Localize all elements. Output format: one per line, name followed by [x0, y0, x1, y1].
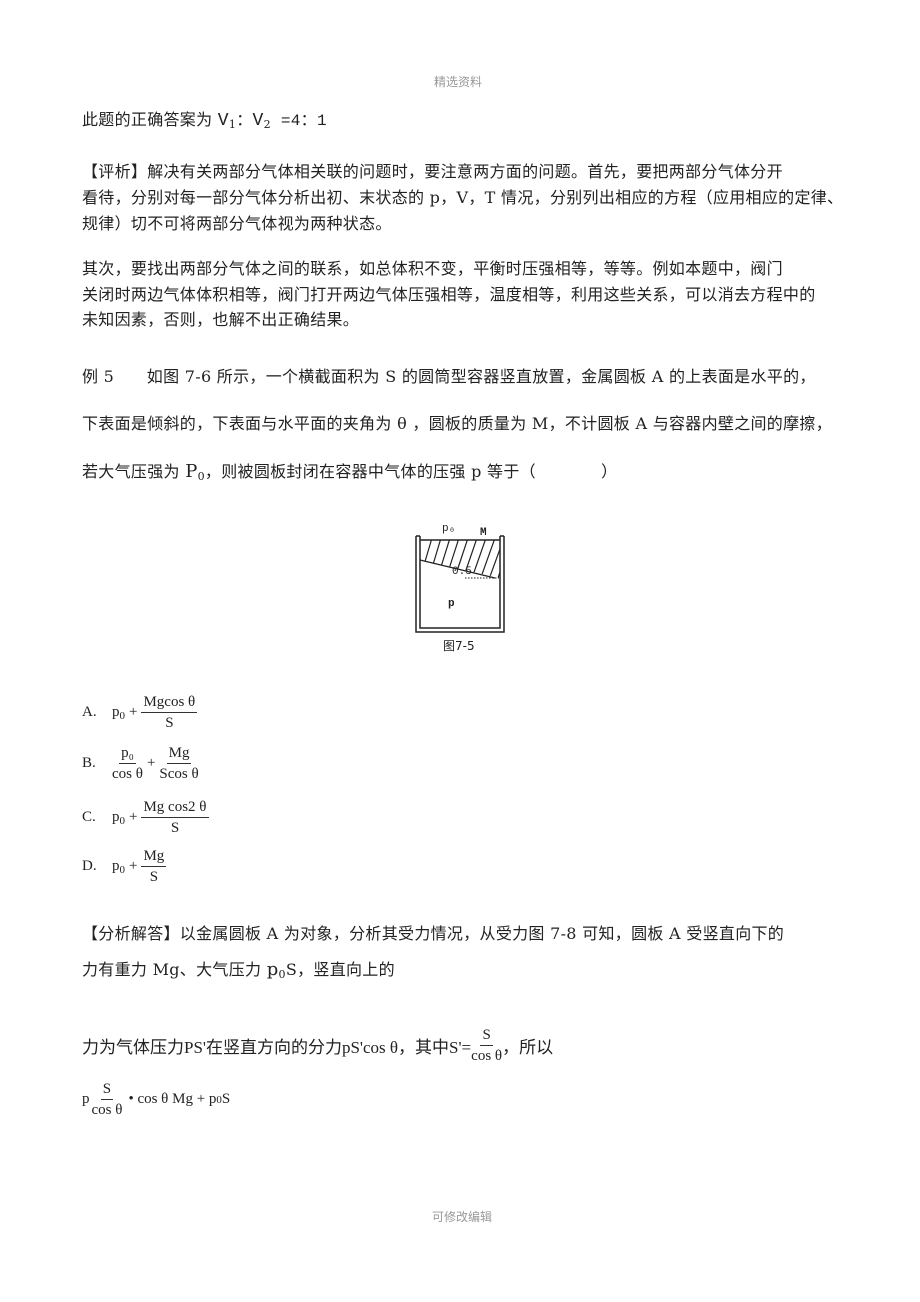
option-d-plus: +: [129, 858, 138, 874]
option-d-label: D.: [82, 858, 97, 874]
derivation-p: p: [82, 1091, 90, 1107]
option-b-fraction-2: Mg Scos θ: [159, 744, 198, 783]
example-line-2: 下表面是倾斜的，下表面与水平面的夹角为 θ ，圆板的质量为 M，不计圆板 A 与…: [82, 414, 833, 433]
option-c-numerator: Mg cos2 θ: [141, 798, 209, 818]
figure-container: p₀ M 0.5 p 图7-5: [410, 520, 510, 655]
option-b-plus: +: [146, 755, 156, 771]
example-p0-sub: 0: [197, 470, 205, 483]
option-d-fraction: Mg S: [141, 847, 167, 886]
option-c-denominator: S: [170, 820, 180, 836]
derivation-end: S: [221, 1091, 231, 1107]
label-gas-pressure: p: [448, 598, 455, 610]
answer-v2: V: [252, 111, 264, 131]
example-p0: P: [185, 461, 198, 482]
option-a-lead: p0: [112, 704, 125, 722]
comment-line-2: 看待，分别对每一部分气体分析出初、末状态的 p，V，T 情况，分别列出相应的方程…: [82, 188, 844, 207]
analysis-line-2: 力有重力 Mg、大气压力 p0S，竖直向上的: [82, 956, 395, 981]
option-a-numerator: Mgcos θ: [141, 693, 198, 713]
option-a-plus: +: [129, 704, 138, 720]
option-a[interactable]: A. p0 + Mgcos θ S: [82, 693, 198, 732]
comment-line-1: 【评析】解决有关两部分气体相关联的问题时，要注意两方面的问题。首先，要把两部分气…: [82, 162, 783, 181]
option-a-lead-p: p: [112, 703, 120, 720]
second-line-3: 未知因素，否则，也解不出正确结果。: [82, 310, 360, 329]
option-d-numerator: Mg: [141, 847, 167, 867]
cylinder-diagram: [415, 535, 505, 633]
analysis-p0-sub: 0: [278, 968, 286, 981]
option-b-fraction-1: p₀ cos θ: [112, 744, 143, 783]
option-d-lead-sub: 0: [119, 863, 126, 876]
analysis-line-2-suffix: S，竖直向上的: [285, 960, 395, 979]
derivation-line-1: 力为气体压力PS'在竖直方向的分力pS'cos θ，其中S'= Scos θ ，…: [82, 1026, 553, 1065]
derivation-line-1-suffix: ，所以: [502, 1038, 554, 1057]
example-line-3-prefix: 若大气压强为: [82, 462, 186, 481]
answer-v2-sub: 2: [263, 118, 271, 131]
option-a-lead-sub: 0: [119, 709, 126, 722]
option-c-plus: +: [129, 809, 138, 825]
derivation-rest: • cos θ Mg + p: [128, 1091, 217, 1107]
second-line-1: 其次，要找出两部分气体之间的联系，如总体积不变，平衡时压强相等，等等。例如本题中…: [82, 259, 783, 278]
header-watermark: 精选资料: [434, 75, 483, 89]
option-b-numerator-1: p₀: [119, 744, 136, 764]
option-b-label: B.: [82, 755, 96, 771]
derivation-line-1-prefix: 力为气体压力PS'在竖直方向的分力pS'cos θ，其中S'=: [82, 1038, 472, 1057]
option-c-lead-sub: 0: [119, 814, 126, 827]
derivation-numerator: S: [100, 1080, 114, 1100]
label-p0: p₀: [442, 523, 456, 535]
option-c-lead: p0: [112, 809, 125, 827]
comment-line-3: 规律）切不可将两部分气体视为两种状态。: [82, 214, 392, 233]
option-c-lead-p: p: [112, 808, 120, 825]
example-line-1: 例 5 如图 7-6 所示，一个横截面积为 S 的圆筒型容器竖直放置，金属圆板 …: [82, 367, 816, 386]
label-angle: 0.5: [452, 566, 472, 578]
option-c-fraction: Mg cos2 θ S: [141, 798, 209, 837]
option-c[interactable]: C. p0 + Mg cos2 θ S: [82, 798, 209, 837]
derivation-s-prime-denominator: cos θ: [471, 1048, 503, 1064]
option-d-denominator: S: [149, 869, 159, 885]
option-d[interactable]: D. p0 + Mg S: [82, 847, 167, 886]
option-a-denominator: S: [165, 715, 174, 731]
container-inner-wall: [419, 536, 501, 629]
option-a-label: A.: [82, 704, 97, 720]
derivation-s-prime-numerator: S: [480, 1026, 493, 1046]
example-line-3: 若大气压强为 P0，则被圆板封闭在容器中气体的压强 p 等于（ ）: [82, 458, 617, 483]
label-mass: M: [480, 527, 487, 539]
option-b[interactable]: B. p₀ cos θ + Mg Scos θ: [82, 744, 199, 783]
example-line-3-suffix: ，则被圆板封闭在容器中气体的压强 p 等于（ ）: [204, 462, 618, 481]
derivation-line-2: p Scos θ • cos θ Mg + p0S: [82, 1080, 230, 1119]
derivation-fraction: Scos θ: [92, 1080, 123, 1119]
second-line-2: 关闭时两边气体体积相等，阀门打开两边气体压强相等，温度相等，利用这些关系，可以消…: [82, 285, 816, 304]
option-b-denominator-1: cos θ: [112, 766, 143, 782]
derivation-denominator: cos θ: [91, 1102, 123, 1118]
option-c-label: C.: [82, 809, 96, 825]
figure-caption: 图7-5: [443, 639, 475, 653]
option-b-denominator-2: Scos θ: [159, 766, 199, 782]
answer-ratio: =4：1: [270, 112, 327, 130]
analysis-p0: p: [266, 959, 279, 980]
answer-v1: V: [217, 111, 229, 131]
derivation-s-prime-fraction: Scos θ: [471, 1026, 502, 1065]
answer-line: 此题的正确答案为 V1：V2 =4：1: [82, 106, 327, 131]
option-b-numerator-2: Mg: [166, 744, 192, 764]
option-d-lead: p0: [112, 858, 125, 876]
analysis-line-2-prefix: 力有重力 Mg、大气压力: [82, 960, 267, 979]
footer-watermark: 可修改编辑: [432, 1210, 493, 1224]
answer-prefix: 此题的正确答案为: [82, 110, 218, 129]
option-d-lead-p: p: [112, 857, 120, 874]
option-a-fraction: Mgcos θ S: [141, 693, 198, 732]
answer-colon: ：: [236, 110, 253, 129]
analysis-line-1: 【分析解答】以金属圆板 A 为对象，分析其受力情况，从受力图 7-8 可知，圆板…: [82, 924, 785, 943]
